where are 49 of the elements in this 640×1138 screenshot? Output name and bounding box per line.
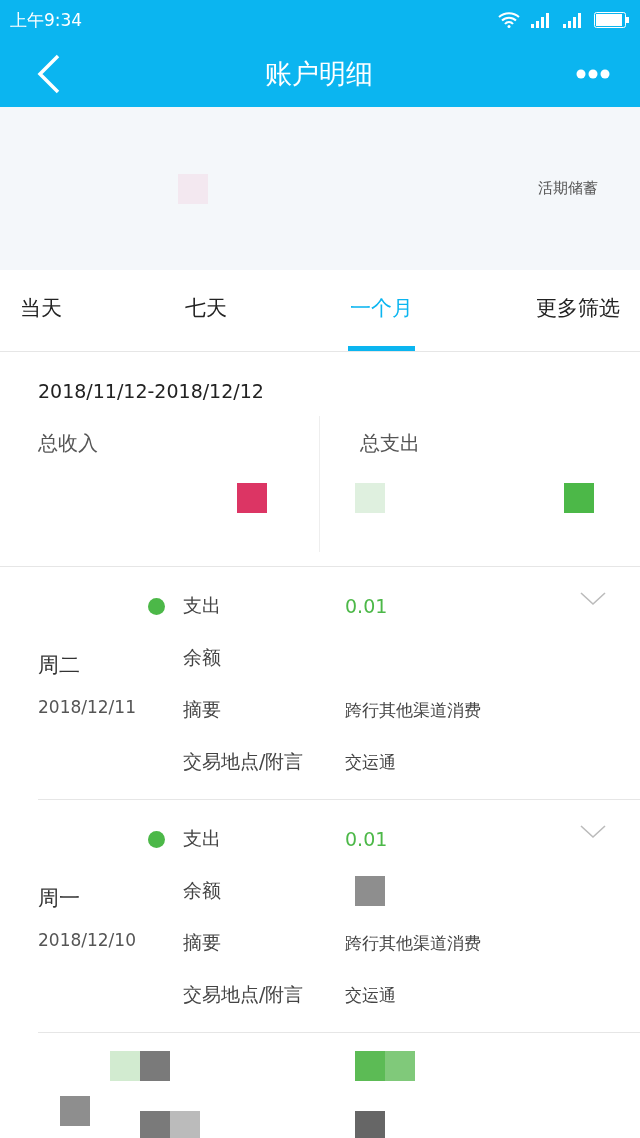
transaction-date: 2018/12/10	[38, 930, 137, 950]
field-label: 交易地点/附言	[183, 982, 304, 1007]
date-range: 2018/11/12-2018/12/12	[37, 379, 265, 402]
signal-icon	[562, 12, 584, 28]
page-title: 账户明细	[265, 56, 373, 91]
amount: 0.01	[345, 595, 388, 617]
period-tab[interactable]: 当天	[18, 270, 64, 351]
period-tab[interactable]: 更多筛选	[534, 270, 622, 351]
back-button[interactable]	[36, 53, 62, 94]
field-label: 交易地点/附言	[183, 749, 304, 774]
field-label: 余额	[183, 645, 221, 670]
field-label: 摘要	[183, 697, 221, 722]
battery-icon	[594, 12, 630, 28]
field-value: 交运通	[345, 983, 396, 1007]
amount: 0.01	[345, 828, 388, 850]
income-label: 总收入	[38, 430, 99, 457]
field-label: 摘要	[183, 930, 221, 955]
account-type: 活期储蓄	[538, 179, 598, 198]
more-button[interactable]	[576, 68, 610, 79]
redacted-block	[60, 1096, 90, 1126]
redacted-block	[140, 1051, 170, 1081]
redacted-block	[564, 483, 594, 513]
status-time: 上午9:34	[10, 8, 83, 32]
redacted-block	[140, 1111, 170, 1138]
signal-icon	[530, 12, 552, 28]
field-value: 跨行其他渠道消费	[345, 698, 481, 722]
status-dot	[148, 597, 165, 615]
redacted-block	[110, 1051, 140, 1081]
wifi-icon	[498, 12, 520, 28]
weekday: 周一	[38, 885, 81, 912]
redacted-block	[385, 1051, 415, 1081]
redacted-block	[170, 1111, 200, 1138]
field-label: 支出	[183, 826, 221, 851]
redacted-block	[355, 1051, 385, 1081]
field-value: 跨行其他渠道消费	[345, 931, 481, 955]
chevron-down-icon[interactable]	[580, 592, 606, 606]
redacted-block	[355, 1111, 385, 1138]
field-label: 支出	[183, 593, 221, 618]
weekday: 周二	[38, 652, 81, 679]
chevron-down-icon[interactable]	[580, 825, 606, 839]
field-label: 余额	[183, 878, 221, 903]
transaction-date: 2018/12/11	[38, 697, 137, 717]
period-tab[interactable]: 七天	[183, 270, 229, 351]
redacted-block	[355, 876, 385, 906]
redacted-block	[236, 483, 267, 513]
redacted-block	[354, 483, 385, 513]
expense-label: 总支出	[359, 430, 421, 457]
status-dot	[148, 830, 165, 848]
field-value: 交运通	[345, 750, 396, 774]
